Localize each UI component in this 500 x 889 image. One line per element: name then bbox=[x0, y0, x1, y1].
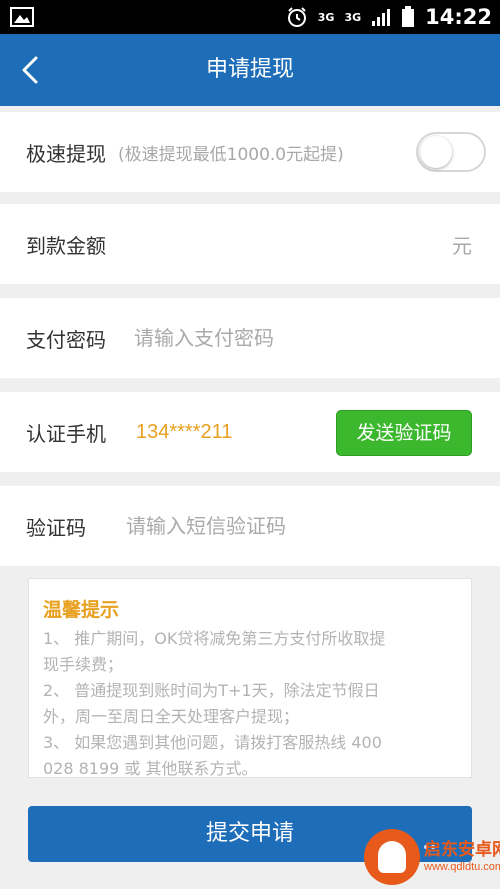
clock: 14:22 bbox=[425, 5, 492, 29]
alarm-icon bbox=[287, 7, 306, 27]
watermark-text: 启东安卓网 bbox=[424, 840, 500, 860]
tips-line: 现手续费； bbox=[43, 655, 124, 674]
watermark: 启东安卓网 www.qdldtu.com bbox=[360, 825, 500, 889]
tips-box: 温馨提示 1、 推广期间，OK贷将减免第三方支付所收取提 现手续费； 2、 普通… bbox=[28, 578, 472, 778]
tips-line: 3、 如果您遇到其他问题，请拨打客服热线 400 bbox=[43, 733, 382, 752]
tips-line: 外，周一至周日全天处理客户提现； bbox=[43, 707, 300, 726]
tips-line: 2、 普通提现到账时间为T+1天，除法定节假日 bbox=[43, 681, 380, 700]
code-label: 验证码 bbox=[26, 515, 86, 540]
phone-label: 认证手机 bbox=[26, 421, 106, 446]
watermark-url: www.qdldtu.com bbox=[424, 861, 500, 873]
password-input[interactable] bbox=[134, 326, 474, 350]
phone-number: 134****211 bbox=[136, 420, 233, 443]
tips-title: 温馨提示 bbox=[43, 599, 120, 621]
express-withdraw-hint: (极速提现最低1000.0元起提) bbox=[118, 144, 344, 165]
send-code-button[interactable]: 发送验证码 bbox=[336, 410, 472, 456]
password-row: 支付密码 bbox=[0, 298, 500, 378]
signal-icon bbox=[372, 9, 391, 26]
express-withdraw-row: 极速提现 (极速提现最低1000.0元起提) bbox=[0, 112, 500, 192]
page-title: 申请提现 bbox=[205, 57, 294, 82]
code-input[interactable] bbox=[126, 514, 474, 538]
app-header: 申请提现 bbox=[0, 34, 500, 106]
watermark-logo bbox=[364, 829, 420, 885]
toggle-knob bbox=[420, 136, 452, 168]
express-withdraw-label: 极速提现 bbox=[26, 141, 106, 166]
tips-line: 028 8199 或 其他联系方式。 bbox=[43, 759, 258, 778]
code-row: 验证码 bbox=[0, 486, 500, 566]
tips-line: 1、 推广期间，OK贷将减免第三方支付所收取提 bbox=[43, 629, 386, 648]
amount-label: 到款金额 bbox=[26, 233, 106, 258]
express-withdraw-toggle[interactable] bbox=[416, 132, 486, 172]
status-bar: 3G 3G 14:22 bbox=[0, 0, 500, 34]
image-notification-icon bbox=[10, 7, 34, 27]
network-type-2: 3G bbox=[344, 10, 362, 24]
network-type-1: 3G bbox=[317, 10, 335, 24]
password-label: 支付密码 bbox=[26, 327, 106, 352]
phone-row: 认证手机 134****211 发送验证码 bbox=[0, 392, 500, 472]
battery-icon bbox=[402, 6, 415, 27]
amount-unit: 元 bbox=[452, 233, 472, 258]
amount-row: 到款金额 元 bbox=[0, 204, 500, 284]
amount-input[interactable] bbox=[136, 232, 474, 256]
